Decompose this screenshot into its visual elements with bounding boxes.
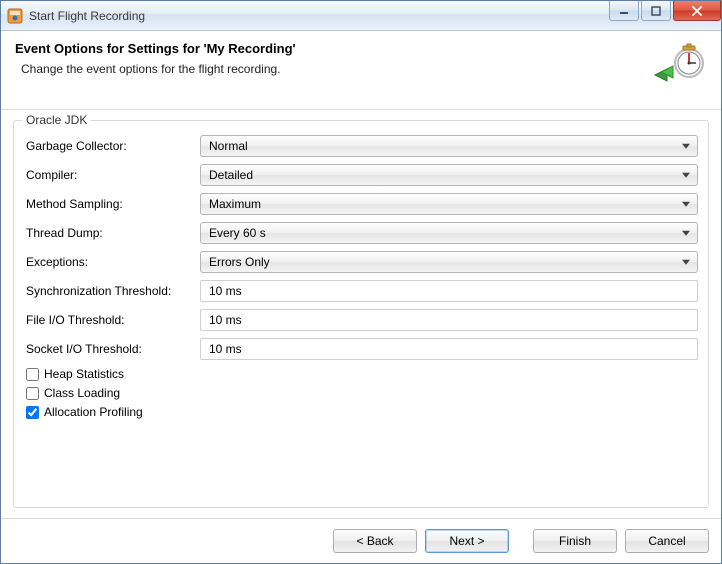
label-thread-dump: Thread Dump: [24,226,200,240]
row-heap-statistics: Heap Statistics [24,367,698,381]
combo-value: Every 60 s [209,226,266,240]
oracle-jdk-group: Oracle JDK Garbage Collector: Normal Com… [13,120,709,508]
label-exceptions: Exceptions: [24,255,200,269]
combo-compiler[interactable]: Detailed [200,164,698,186]
label-method-sampling: Method Sampling: [24,197,200,211]
row-file-io-threshold: File I/O Threshold: [24,309,698,331]
header-panel: Event Options for Settings for 'My Recor… [1,31,721,110]
dialog-window: Start Flight Recording Event Options for… [0,0,722,564]
combo-thread-dump[interactable]: Every 60 s [200,222,698,244]
next-button[interactable]: Next > [425,529,509,553]
label-heap-statistics[interactable]: Heap Statistics [44,367,124,381]
combo-value: Errors Only [209,255,270,269]
row-method-sampling: Method Sampling: Maximum [24,193,698,215]
combo-exceptions[interactable]: Errors Only [200,251,698,273]
button-bar: < Back Next > Finish Cancel [1,518,721,563]
label-compiler: Compiler: [24,168,200,182]
app-icon [7,8,23,24]
page-title: Event Options for Settings for 'My Recor… [15,41,641,56]
label-allocation-profiling[interactable]: Allocation Profiling [44,405,143,419]
label-class-loading[interactable]: Class Loading [44,386,120,400]
row-thread-dump: Thread Dump: Every 60 s [24,222,698,244]
page-description: Change the event options for the flight … [15,62,641,76]
content-area: Oracle JDK Garbage Collector: Normal Com… [1,110,721,518]
label-sync-threshold: Synchronization Threshold: [24,284,200,298]
checkbox-allocation-profiling[interactable] [26,406,39,419]
combo-value: Normal [209,139,248,153]
window-title: Start Flight Recording [29,9,605,23]
combo-value: Detailed [209,168,253,182]
row-sync-threshold: Synchronization Threshold: [24,280,698,302]
row-garbage-collector: Garbage Collector: Normal [24,135,698,157]
row-exceptions: Exceptions: Errors Only [24,251,698,273]
finish-button[interactable]: Finish [533,529,617,553]
title-bar: Start Flight Recording [1,1,721,31]
input-socket-io-threshold[interactable] [200,338,698,360]
combo-garbage-collector[interactable]: Normal [200,135,698,157]
maximize-button[interactable] [641,1,671,21]
label-file-io-threshold: File I/O Threshold: [24,313,200,327]
back-button[interactable]: < Back [333,529,417,553]
close-button[interactable] [673,1,721,21]
label-socket-io-threshold: Socket I/O Threshold: [24,342,200,356]
combo-method-sampling[interactable]: Maximum [200,193,698,215]
window-controls [605,1,721,30]
minimize-button[interactable] [609,1,639,21]
flight-recording-icon [651,41,707,97]
row-compiler: Compiler: Detailed [24,164,698,186]
row-allocation-profiling: Allocation Profiling [24,405,698,419]
input-file-io-threshold[interactable] [200,309,698,331]
group-legend: Oracle JDK [22,113,91,127]
input-sync-threshold[interactable] [200,280,698,302]
checkbox-class-loading[interactable] [26,387,39,400]
row-socket-io-threshold: Socket I/O Threshold: [24,338,698,360]
cancel-button[interactable]: Cancel [625,529,709,553]
combo-value: Maximum [209,197,261,211]
header-text-block: Event Options for Settings for 'My Recor… [15,41,641,76]
label-garbage-collector: Garbage Collector: [24,139,200,153]
row-class-loading: Class Loading [24,386,698,400]
checkbox-heap-statistics[interactable] [26,368,39,381]
